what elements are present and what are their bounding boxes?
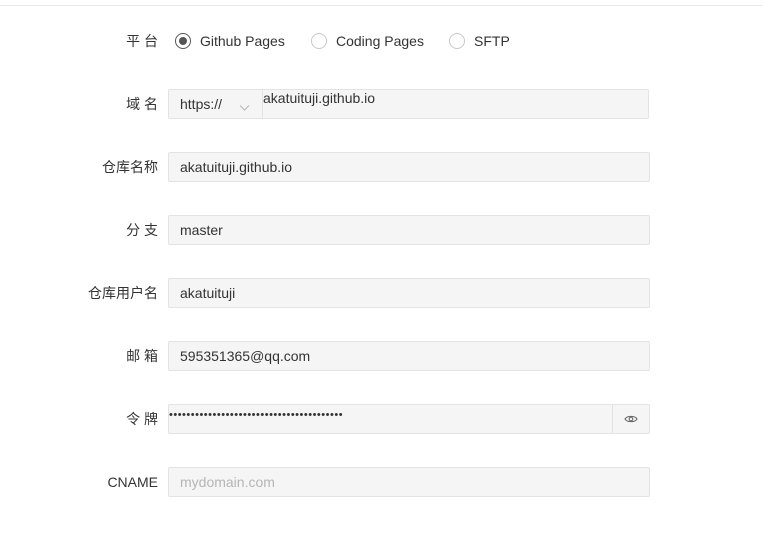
repository-row: 仓库名称 akatuituji.github.io bbox=[0, 152, 763, 182]
radio-label: Coding Pages bbox=[336, 33, 424, 49]
username-value: akatuituji bbox=[180, 285, 236, 301]
radio-circle[interactable] bbox=[311, 33, 327, 49]
cname-placeholder: mydomain.com bbox=[180, 474, 275, 490]
token-label: 令 牌 bbox=[126, 411, 158, 427]
protocol-select[interactable]: https:// bbox=[168, 89, 263, 119]
toggle-token-visibility-button[interactable] bbox=[612, 404, 650, 434]
token-value: •••••••••••••••••••••••••••••••••••••••• bbox=[169, 409, 344, 421]
radio-label: SFTP bbox=[474, 33, 510, 49]
cname-label: CNAME bbox=[107, 474, 158, 490]
cname-input[interactable]: mydomain.com bbox=[168, 467, 650, 497]
radio-circle[interactable] bbox=[175, 33, 191, 49]
radio-github-pages[interactable]: Github Pages bbox=[175, 26, 285, 56]
username-row: 仓库用户名 akatuituji bbox=[0, 278, 763, 308]
repository-value: akatuituji.github.io bbox=[180, 159, 293, 175]
repository-label: 仓库名称 bbox=[102, 159, 158, 175]
radio-sftp[interactable]: SFTP bbox=[449, 26, 510, 56]
domain-label: 域 名 bbox=[126, 96, 158, 112]
repository-input[interactable]: akatuituji.github.io bbox=[168, 152, 650, 182]
email-input[interactable]: 595351365@qq.com bbox=[168, 341, 650, 371]
username-input[interactable]: akatuituji bbox=[168, 278, 650, 308]
token-row: 令 牌 ••••••••••••••••••••••••••••••••••••… bbox=[0, 404, 763, 434]
email-label: 邮 箱 bbox=[126, 348, 158, 364]
username-label: 仓库用户名 bbox=[88, 285, 158, 301]
radio-label: Github Pages bbox=[200, 33, 285, 49]
radio-coding-pages[interactable]: Coding Pages bbox=[311, 26, 424, 56]
eye-icon bbox=[624, 411, 638, 427]
email-value: 595351365@qq.com bbox=[180, 348, 311, 364]
platform-row: 平 台 Github Pages Coding Pages SFTP bbox=[0, 26, 763, 56]
domain-row: 域 名 https:// akatuituji.github.io bbox=[0, 89, 763, 119]
branch-value: master bbox=[180, 222, 223, 238]
top-divider bbox=[0, 5, 763, 6]
chevron-down-icon bbox=[239, 99, 250, 115]
platform-label: 平 台 bbox=[126, 33, 158, 49]
radio-circle[interactable] bbox=[449, 33, 465, 49]
email-row: 邮 箱 595351365@qq.com bbox=[0, 341, 763, 371]
cname-row: CNAME mydomain.com bbox=[0, 467, 763, 497]
branch-input[interactable]: master bbox=[168, 215, 650, 245]
branch-row: 分 支 master bbox=[0, 215, 763, 245]
token-input[interactable]: •••••••••••••••••••••••••••••••••••••••• bbox=[168, 404, 613, 434]
protocol-value: https:// bbox=[180, 96, 223, 112]
domain-input[interactable]: akatuituji.github.io bbox=[262, 89, 649, 119]
domain-value: akatuituji.github.io bbox=[263, 90, 376, 106]
branch-label: 分 支 bbox=[126, 222, 158, 238]
